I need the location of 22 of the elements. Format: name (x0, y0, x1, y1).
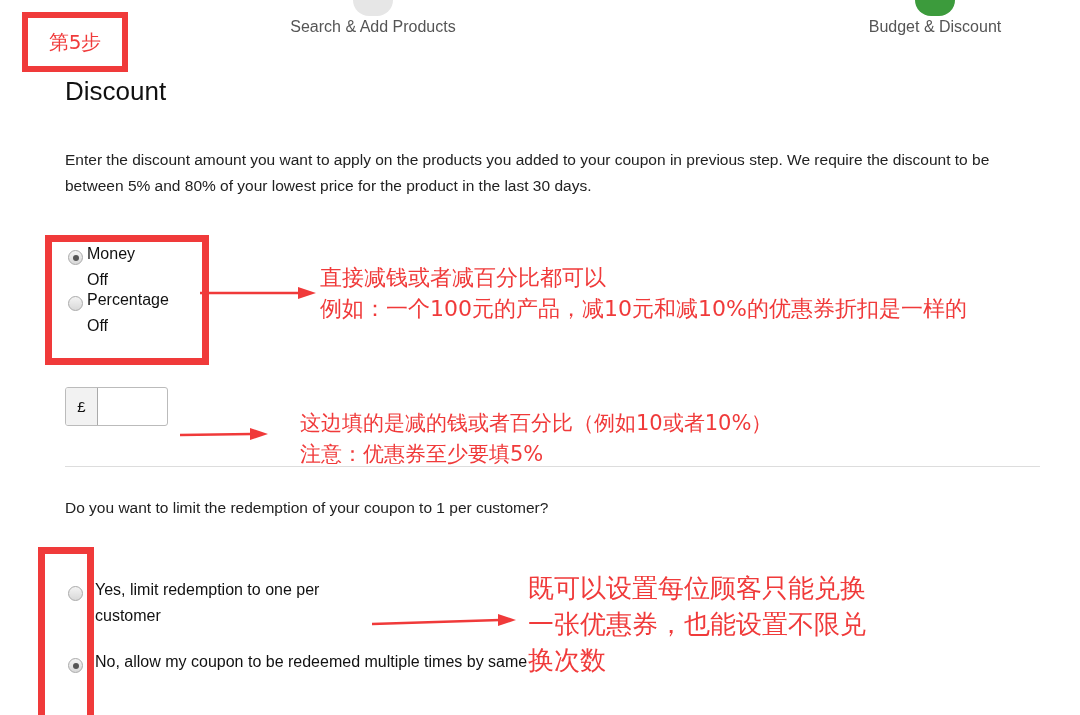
radio-button[interactable] (68, 586, 83, 601)
annotation-text: 注意：优惠券至少要填5% (300, 441, 545, 468)
amount-field[interactable]: £ (65, 387, 168, 426)
radio-label: No, allow my coupon to be redeemed multiple times by same (95, 652, 528, 672)
question-text: Do you want to limit the redemption of your coupon to 1 per customer? (65, 499, 550, 517)
currency-prefix: £ (66, 388, 98, 425)
radio-label: Yes, limit redemption to one per customer (95, 580, 321, 626)
section-heading: Discount (65, 76, 168, 107)
radio-button[interactable] (68, 250, 83, 265)
annotation-text: 例如：一个100元的产品，减10元和减10%的优惠券折扣是一样的 (320, 295, 967, 323)
radio-label: Money Off (87, 244, 136, 290)
annotation-text: 既可以设置每位顾客只能兑换 (528, 572, 866, 605)
description-text: Enter the discount amount you want to apply on the products you added to your coupon in previous step. We require the discount to be between 5% and 80% of your lowest price for the product in the last 30 days. (65, 150, 991, 196)
annotation-text: 换次数 (528, 644, 607, 677)
step-label: Budget & Discount (868, 18, 1002, 36)
annotation-text: 这边填的是减的钱或者百分比（例如10或者10%） (300, 410, 773, 437)
step-label: Search & Add Products (290, 18, 456, 36)
radio-label: Percentage Off (87, 290, 169, 336)
radio-button[interactable] (68, 658, 83, 673)
annotation-text: 直接减钱或者减百分比都可以 (320, 264, 607, 292)
radio-button[interactable] (68, 296, 83, 311)
annotation-text: 一张优惠券，也能设置不限兑 (528, 608, 866, 641)
